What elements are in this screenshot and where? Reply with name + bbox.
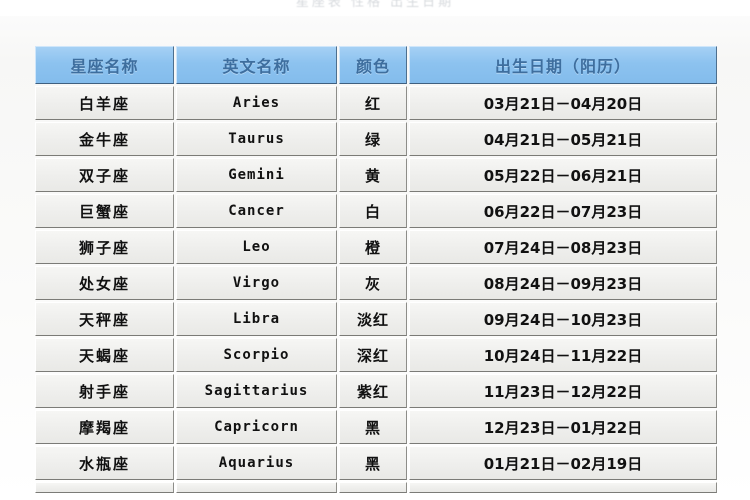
cell-birth-date: 03月21日－04月20日 (409, 86, 717, 120)
column-header-birth-date[interactable]: 出生日期（阳历） (409, 46, 717, 84)
cell-english-name: Cancer (176, 194, 337, 228)
cell-english-name: Virgo (176, 266, 337, 300)
table-row[interactable]: 狮子座 Leo 橙 07月24日－08月23日 (35, 230, 717, 264)
cell-english-name: Libra (176, 302, 337, 336)
cell-color: 深红 (339, 338, 407, 372)
table-row[interactable]: 天蝎座 Scorpio 深红 10月24日－11月22日 (35, 338, 717, 372)
cell-sign-name: 射手座 (35, 374, 174, 408)
clipped-top-text: 星座表 性格 出生日期 (295, 0, 455, 10)
cell-birth-date: 12月23日－01月22日 (409, 410, 717, 444)
cell-english-name: Taurus (176, 122, 337, 156)
cell-clipped (409, 482, 717, 493)
header-row: 星座名称 英文名称 颜色 出生日期（阳历） (35, 46, 717, 84)
table-row[interactable]: 天秤座 Libra 淡红 09月24日－10月23日 (35, 302, 717, 336)
cell-sign-name: 天蝎座 (35, 338, 174, 372)
clipped-top-text-strip: 星座表 性格 出生日期 (0, 0, 750, 16)
cell-sign-name: 天秤座 (35, 302, 174, 336)
cell-birth-date: 05月22日－06月21日 (409, 158, 717, 192)
cell-birth-date: 06月22日－07月23日 (409, 194, 717, 228)
cell-color: 灰 (339, 266, 407, 300)
column-header-english-name[interactable]: 英文名称 (176, 46, 337, 84)
cell-clipped (35, 482, 174, 493)
table-row[interactable]: 巨蟹座 Cancer 白 06月22日－07月23日 (35, 194, 717, 228)
table-body: 白羊座 Aries 红 03月21日－04月20日 金牛座 Taurus 绿 04月21日－0… (35, 86, 717, 493)
table-row[interactable]: 摩羯座 Capricorn 黑 12月23日－01月22日 (35, 410, 717, 444)
cell-color: 黄 (339, 158, 407, 192)
table-row[interactable]: 金牛座 Taurus 绿 04月21日－05月21日 (35, 122, 717, 156)
cell-english-name: Aquarius (176, 446, 337, 480)
cell-birth-date: 11月23日－12月22日 (409, 374, 717, 408)
table-row[interactable]: 双子座 Gemini 黄 05月22日－06月21日 (35, 158, 717, 192)
cell-sign-name: 水瓶座 (35, 446, 174, 480)
cell-clipped (176, 482, 337, 493)
cell-english-name: Gemini (176, 158, 337, 192)
cell-birth-date: 04月21日－05月21日 (409, 122, 717, 156)
cell-english-name: Aries (176, 86, 337, 120)
cell-color: 淡红 (339, 302, 407, 336)
cell-birth-date: 07月24日－08月23日 (409, 230, 717, 264)
cell-sign-name: 金牛座 (35, 122, 174, 156)
cell-color: 紫红 (339, 374, 407, 408)
column-header-color[interactable]: 颜色 (339, 46, 407, 84)
page-canvas: 星座表 性格 出生日期 星座名称 英文名称 颜色 出生日期（阳历） 白羊座 Ari… (0, 0, 750, 500)
cell-sign-name: 双子座 (35, 158, 174, 192)
cell-color: 黑 (339, 446, 407, 480)
cell-sign-name: 巨蟹座 (35, 194, 174, 228)
cell-sign-name: 处女座 (35, 266, 174, 300)
cell-color: 红 (339, 86, 407, 120)
cell-color: 绿 (339, 122, 407, 156)
cell-color: 橙 (339, 230, 407, 264)
cell-birth-date: 01月21日－02月19日 (409, 446, 717, 480)
cell-english-name: Leo (176, 230, 337, 264)
cell-color: 黑 (339, 410, 407, 444)
cell-english-name: Capricorn (176, 410, 337, 444)
cell-sign-name: 摩羯座 (35, 410, 174, 444)
cell-clipped (339, 482, 407, 493)
table-row (35, 482, 717, 493)
zodiac-sign-table: 星座名称 英文名称 颜色 出生日期（阳历） 白羊座 Aries 红 03月21日－04… (33, 44, 719, 495)
cell-birth-date: 09月24日－10月23日 (409, 302, 717, 336)
cell-birth-date: 10月24日－11月22日 (409, 338, 717, 372)
cell-birth-date: 08月24日－09月23日 (409, 266, 717, 300)
cell-sign-name: 狮子座 (35, 230, 174, 264)
table-row[interactable]: 射手座 Sagittarius 紫红 11月23日－12月22日 (35, 374, 717, 408)
table-row[interactable]: 白羊座 Aries 红 03月21日－04月20日 (35, 86, 717, 120)
cell-sign-name: 白羊座 (35, 86, 174, 120)
cell-english-name: Sagittarius (176, 374, 337, 408)
table-row[interactable]: 水瓶座 Aquarius 黑 01月21日－02月19日 (35, 446, 717, 480)
cell-english-name: Scorpio (176, 338, 337, 372)
table-header: 星座名称 英文名称 颜色 出生日期（阳历） (35, 46, 717, 84)
table-row[interactable]: 处女座 Virgo 灰 08月24日－09月23日 (35, 266, 717, 300)
cell-color: 白 (339, 194, 407, 228)
column-header-sign-name[interactable]: 星座名称 (35, 46, 174, 84)
